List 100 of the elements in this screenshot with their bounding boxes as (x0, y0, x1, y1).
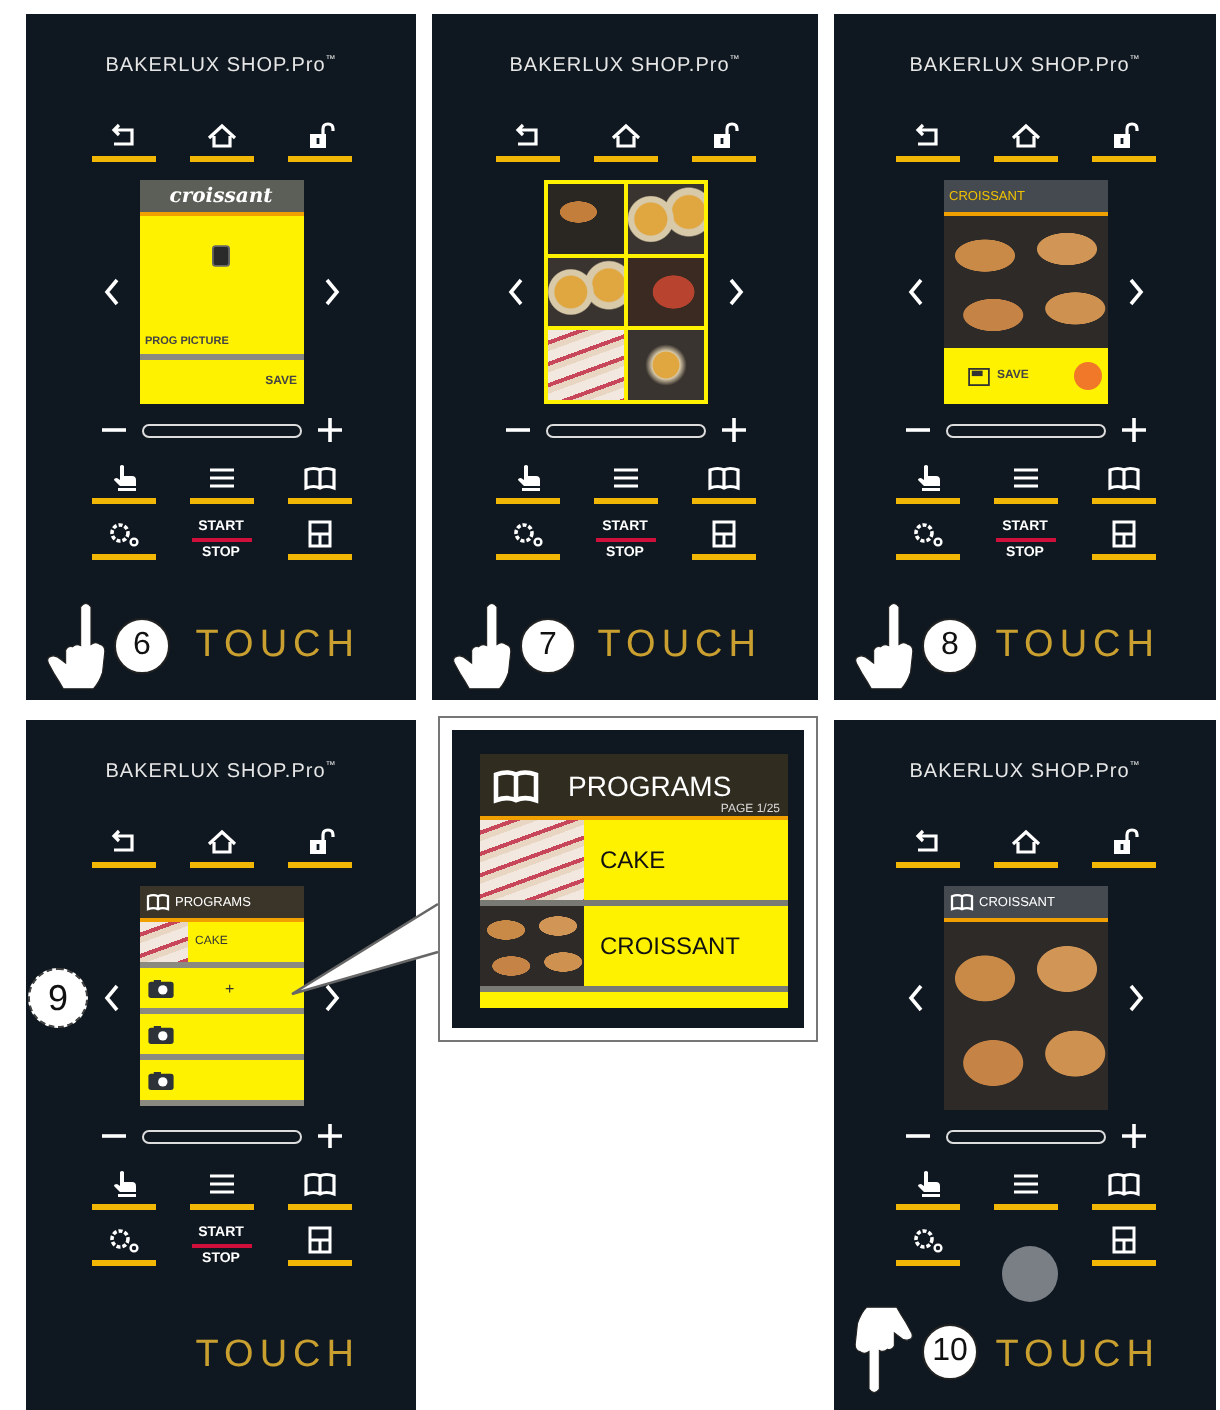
grid-icon (303, 1226, 335, 1254)
programs-button[interactable] (287, 464, 351, 504)
home-icon (205, 122, 237, 150)
menu-button[interactable] (189, 1170, 253, 1210)
plus-icon[interactable] (719, 416, 747, 444)
back-button[interactable] (91, 828, 155, 868)
chevron-left-icon[interactable] (103, 278, 119, 306)
programs-button[interactable] (1091, 1170, 1155, 1210)
back-button[interactable] (895, 828, 959, 868)
settings-button[interactable] (91, 1226, 155, 1266)
picture-icon (212, 244, 230, 268)
save-button[interactable] (287, 1226, 351, 1266)
save-button[interactable] (691, 520, 755, 560)
grid-icon (707, 520, 739, 548)
chevron-left-icon[interactable] (907, 278, 923, 306)
step-number: 8 (922, 618, 978, 674)
plus-icon[interactable] (315, 416, 343, 444)
program-row[interactable]: + (139, 968, 303, 1014)
manual-button[interactable] (895, 1170, 959, 1210)
lock-button[interactable] (1091, 828, 1155, 868)
camera-icon (147, 979, 173, 997)
manual-button[interactable] (91, 1170, 155, 1210)
program-row[interactable]: CROISSANT (480, 906, 788, 992)
touch-logo: TOUCH (597, 624, 762, 668)
program-label: + (225, 979, 235, 997)
settings-button[interactable] (91, 520, 155, 560)
slider-track[interactable] (141, 1129, 301, 1143)
brand-logo: BAKERLUX SHOP.Pro$^{™}$ (509, 54, 741, 81)
plus-icon[interactable] (1119, 416, 1147, 444)
back-button[interactable] (495, 122, 559, 162)
slider-track[interactable] (545, 423, 705, 437)
menu-button[interactable] (993, 1170, 1057, 1210)
photo-placeholder[interactable] (627, 257, 703, 327)
chevron-right-icon[interactable] (323, 278, 339, 306)
photo-placeholder[interactable] (627, 330, 703, 400)
back-icon (511, 122, 543, 150)
programs-button[interactable] (1091, 464, 1155, 504)
lock-button[interactable] (691, 122, 755, 162)
touch-logo: TOUCH (195, 1334, 360, 1378)
lock-button[interactable] (287, 828, 351, 868)
program-row[interactable]: CAKE (480, 820, 788, 906)
pointing-hand-drawing (452, 600, 512, 690)
settings-button[interactable] (895, 520, 959, 560)
slider-track[interactable] (945, 1129, 1105, 1143)
book-icon (303, 464, 335, 492)
slider-track[interactable] (141, 423, 301, 437)
back-icon (107, 828, 139, 856)
pointing-hand-drawing (854, 1306, 914, 1396)
grid-icon (303, 520, 335, 548)
back-icon (107, 122, 139, 150)
plus-icon[interactable] (315, 1122, 343, 1150)
home-button[interactable] (189, 122, 253, 162)
home-button[interactable] (993, 122, 1057, 162)
chevron-left-icon[interactable] (507, 278, 523, 306)
book-icon (949, 892, 973, 912)
pointing-hand-drawing (854, 600, 914, 690)
chevron-right-icon[interactable] (323, 984, 339, 1012)
save-button[interactable] (1091, 520, 1155, 560)
book-icon (1107, 1170, 1139, 1198)
lock-button[interactable] (1091, 122, 1155, 162)
save-button[interactable] (1091, 1226, 1155, 1266)
home-button[interactable] (593, 122, 657, 162)
book-icon (707, 464, 739, 492)
brand-logo: BAKERLUX SHOP.Pro$^{™}$ (909, 54, 1141, 81)
plus-icon[interactable] (1119, 1122, 1147, 1150)
chevron-right-icon[interactable] (1127, 278, 1143, 306)
lock-button[interactable] (287, 122, 351, 162)
menu-button[interactable] (993, 464, 1057, 504)
gears-icon (911, 1226, 943, 1254)
settings-button[interactable] (495, 520, 559, 560)
menu-button[interactable] (189, 464, 253, 504)
program-row[interactable] (139, 1060, 303, 1106)
back-button[interactable] (895, 122, 959, 162)
manual-button[interactable] (895, 464, 959, 504)
menu-button[interactable] (593, 464, 657, 504)
photo-placeholder[interactable] (547, 257, 623, 327)
menu-icon (205, 1170, 237, 1198)
slider-track[interactable] (945, 423, 1105, 437)
save-button[interactable] (287, 520, 351, 560)
chevron-left-icon[interactable] (103, 984, 119, 1012)
home-button[interactable] (993, 828, 1057, 868)
back-button[interactable] (91, 122, 155, 162)
chevron-right-icon[interactable] (727, 278, 743, 306)
program-name: croissant (169, 185, 273, 207)
manual-button[interactable] (495, 464, 559, 504)
settings-button[interactable] (895, 1226, 959, 1266)
programs-button[interactable] (287, 1170, 351, 1210)
manual-button[interactable] (91, 464, 155, 504)
grid-icon (1107, 520, 1139, 548)
home-button[interactable] (189, 828, 253, 868)
menu-icon (1009, 1170, 1041, 1198)
gears-icon (911, 520, 943, 548)
chevron-left-icon[interactable] (907, 984, 923, 1012)
photo-placeholder[interactable] (627, 184, 703, 254)
program-row[interactable] (139, 1014, 303, 1060)
program-label: CAKE (600, 846, 666, 874)
chevron-right-icon[interactable] (1127, 984, 1143, 1012)
camera-icon (147, 1071, 173, 1089)
programs-button[interactable] (691, 464, 755, 504)
grid-icon (1107, 1226, 1139, 1254)
